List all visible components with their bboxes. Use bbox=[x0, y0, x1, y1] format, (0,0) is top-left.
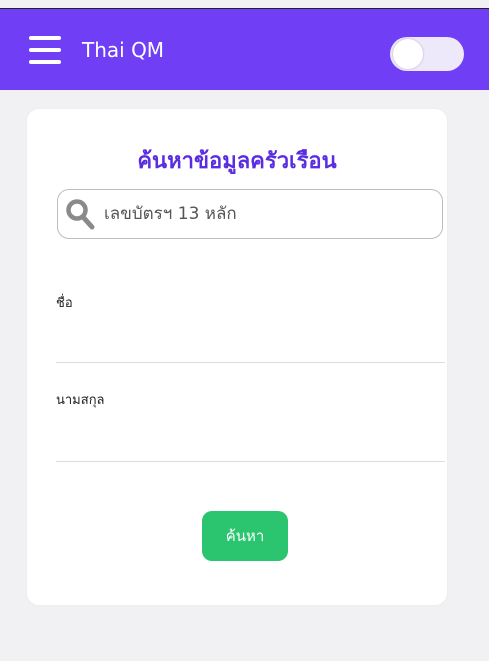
id-search-box[interactable] bbox=[57, 189, 443, 239]
toggle-knob bbox=[393, 39, 423, 69]
app-title: Thai QM bbox=[82, 38, 165, 62]
id-number-input[interactable] bbox=[104, 199, 424, 229]
first-name-input[interactable] bbox=[56, 332, 445, 363]
hamburger-menu-icon[interactable] bbox=[29, 35, 61, 65]
first-name-label: ชื่อ bbox=[56, 296, 73, 311]
last-name-label: นามสกุล bbox=[56, 393, 105, 408]
theme-toggle-switch[interactable] bbox=[390, 37, 464, 71]
last-name-input[interactable] bbox=[56, 431, 445, 462]
household-search-card: ค้นหาข้อมูลครัวเรือน ชื่อ นามสกุล ค้นหา bbox=[27, 109, 447, 605]
search-icon bbox=[66, 199, 95, 230]
search-button[interactable]: ค้นหา bbox=[202, 511, 288, 561]
card-title: ค้นหาข้อมูลครัวเรือน bbox=[137, 149, 337, 174]
top-app-bar: Thai QM bbox=[0, 8, 489, 90]
